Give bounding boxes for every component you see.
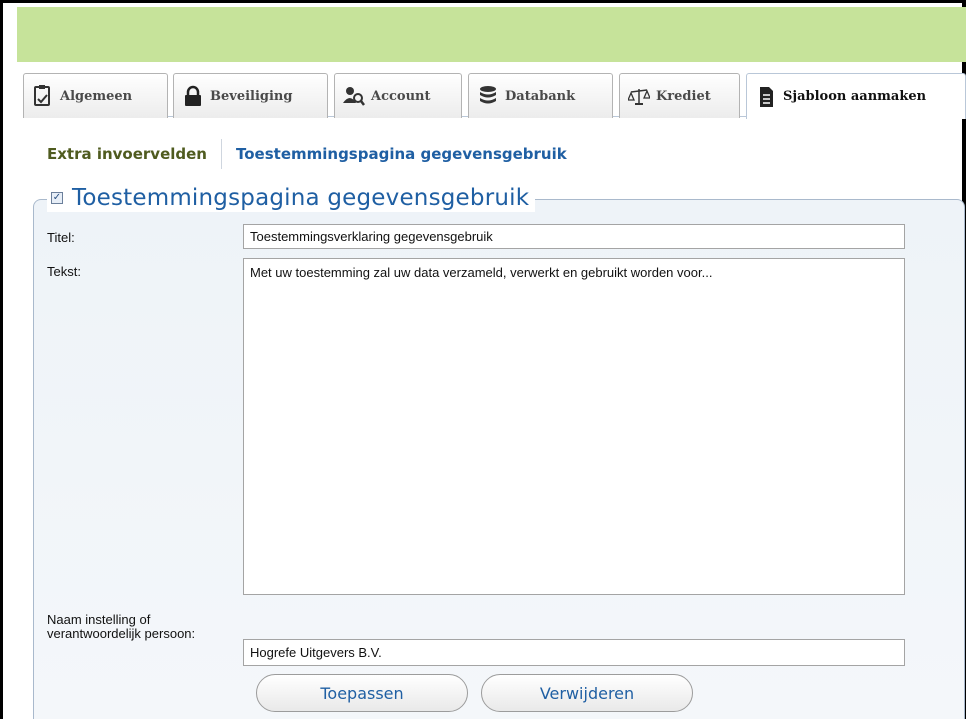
tab-label: Sjabloon aanmaken <box>783 89 927 104</box>
header-bar <box>17 7 966 62</box>
subnav-toestemmingspagina[interactable]: Toestemmingspagina gegevensgebruik <box>236 145 567 163</box>
subnav-extra-invoervelden[interactable]: Extra invoervelden <box>47 145 207 163</box>
title-label: Titel: <box>47 230 75 245</box>
tab-label: Databank <box>505 88 576 104</box>
tab-sjabloon-aanmaken[interactable]: Sjabloon aanmaken <box>746 73 966 119</box>
tab-databank[interactable]: Databank <box>468 73 613 118</box>
document-icon <box>755 86 777 108</box>
subnav-divider <box>221 139 222 169</box>
lock-icon <box>182 85 204 107</box>
tab-label: Account <box>371 88 431 104</box>
tab-krediet[interactable]: Krediet <box>619 73 740 118</box>
tab-bar: Algemeen Beveiliging Account Databank Kr… <box>23 73 966 119</box>
section-legend: Toestemmingspagina gegevensgebruik <box>47 184 536 212</box>
tab-label: Beveiliging <box>210 88 293 104</box>
scales-icon <box>627 85 651 107</box>
title-input[interactable] <box>243 224 905 249</box>
sub-navigation: Extra invoervelden Toestemmingspagina ge… <box>47 139 567 169</box>
section-title: Toestemmingspagina gegevensgebruik <box>72 185 530 211</box>
name-label: Naam instelling of verantwoordelijk pers… <box>47 612 196 641</box>
user-search-icon <box>343 85 365 107</box>
text-label: Tekst: <box>47 264 81 279</box>
text-area[interactable]: Met uw toestemming zal uw data verzameld… <box>243 258 905 595</box>
database-icon <box>477 85 499 107</box>
tab-label: Algemeen <box>60 88 133 104</box>
tab-account[interactable]: Account <box>334 73 462 118</box>
tab-algemeen[interactable]: Algemeen <box>23 73 168 118</box>
clipboard-icon <box>32 85 54 107</box>
tab-label: Krediet <box>656 88 711 104</box>
organization-name-input[interactable] <box>243 639 905 666</box>
delete-button[interactable]: Verwijderen <box>481 674 693 712</box>
tab-beveiliging[interactable]: Beveiliging <box>173 73 328 118</box>
section-enable-checkbox[interactable] <box>51 192 63 204</box>
apply-button[interactable]: Toepassen <box>256 674 468 712</box>
